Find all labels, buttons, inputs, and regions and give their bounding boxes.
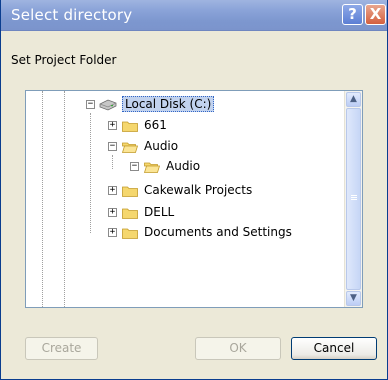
- tree-node-label: Cakewalk Projects: [144, 183, 253, 197]
- folder-icon: [122, 208, 138, 219]
- tree-node-label: 661: [144, 118, 167, 132]
- tree-node-cakewalk-projects[interactable]: + Cakewalk Projects: [26, 182, 256, 200]
- tree-node-local-disk[interactable]: − Local Disk (C:): [26, 96, 226, 114]
- thumb-grip: [351, 197, 357, 198]
- prompt-label: Set Project Folder: [11, 53, 117, 67]
- tree-node-label: Local Disk (C:): [122, 96, 215, 112]
- tree-node-label: DELL: [144, 205, 175, 219]
- collapse-toggle[interactable]: −: [86, 100, 95, 109]
- ok-button[interactable]: OK: [195, 337, 281, 360]
- expand-toggle[interactable]: +: [108, 228, 117, 237]
- tree-node-label: Audio: [166, 159, 201, 173]
- thumb-grip: [351, 199, 357, 200]
- thumb-grip: [351, 195, 357, 196]
- vertical-scrollbar[interactable]: ▲ ▼: [344, 91, 362, 307]
- tree-node-label: Documents and Settings: [144, 225, 292, 239]
- scroll-up-button[interactable]: ▲: [346, 92, 361, 107]
- collapse-toggle[interactable]: −: [108, 142, 117, 151]
- folder-open-icon: [122, 142, 138, 153]
- title-bar[interactable]: Select directory ? X: [1, 0, 387, 31]
- tree-node-documents-and-settings[interactable]: + Documents and Settings: [26, 224, 292, 242]
- cancel-button[interactable]: Cancel: [291, 337, 377, 360]
- collapse-toggle[interactable]: −: [130, 162, 139, 171]
- folder-tree[interactable]: − Local Disk (C:) + 661 − Audio − Audio …: [25, 90, 363, 308]
- folder-open-icon: [144, 162, 160, 173]
- tree-node-661[interactable]: + 661: [26, 117, 226, 135]
- expand-toggle[interactable]: +: [108, 186, 117, 195]
- tree-node-audio-child[interactable]: − Audio: [26, 158, 226, 176]
- tree-node-dell[interactable]: + DELL: [26, 204, 226, 222]
- expand-toggle[interactable]: +: [108, 121, 117, 130]
- folder-icon: [122, 121, 138, 132]
- tree-node-label: Audio: [144, 139, 179, 153]
- scroll-down-button[interactable]: ▼: [346, 291, 361, 306]
- help-button[interactable]: ?: [342, 4, 363, 25]
- folder-icon: [122, 228, 138, 239]
- expand-toggle[interactable]: +: [108, 208, 117, 217]
- drive-icon: [99, 99, 117, 111]
- close-button[interactable]: X: [365, 4, 386, 25]
- create-button[interactable]: Create: [25, 337, 98, 360]
- window-title: Select directory: [11, 6, 133, 24]
- tree-node-audio[interactable]: − Audio: [26, 138, 226, 156]
- scroll-thumb[interactable]: [346, 108, 361, 290]
- folder-icon: [122, 186, 138, 197]
- dialog-window: Select directory ? X Set Project Folder …: [0, 0, 388, 380]
